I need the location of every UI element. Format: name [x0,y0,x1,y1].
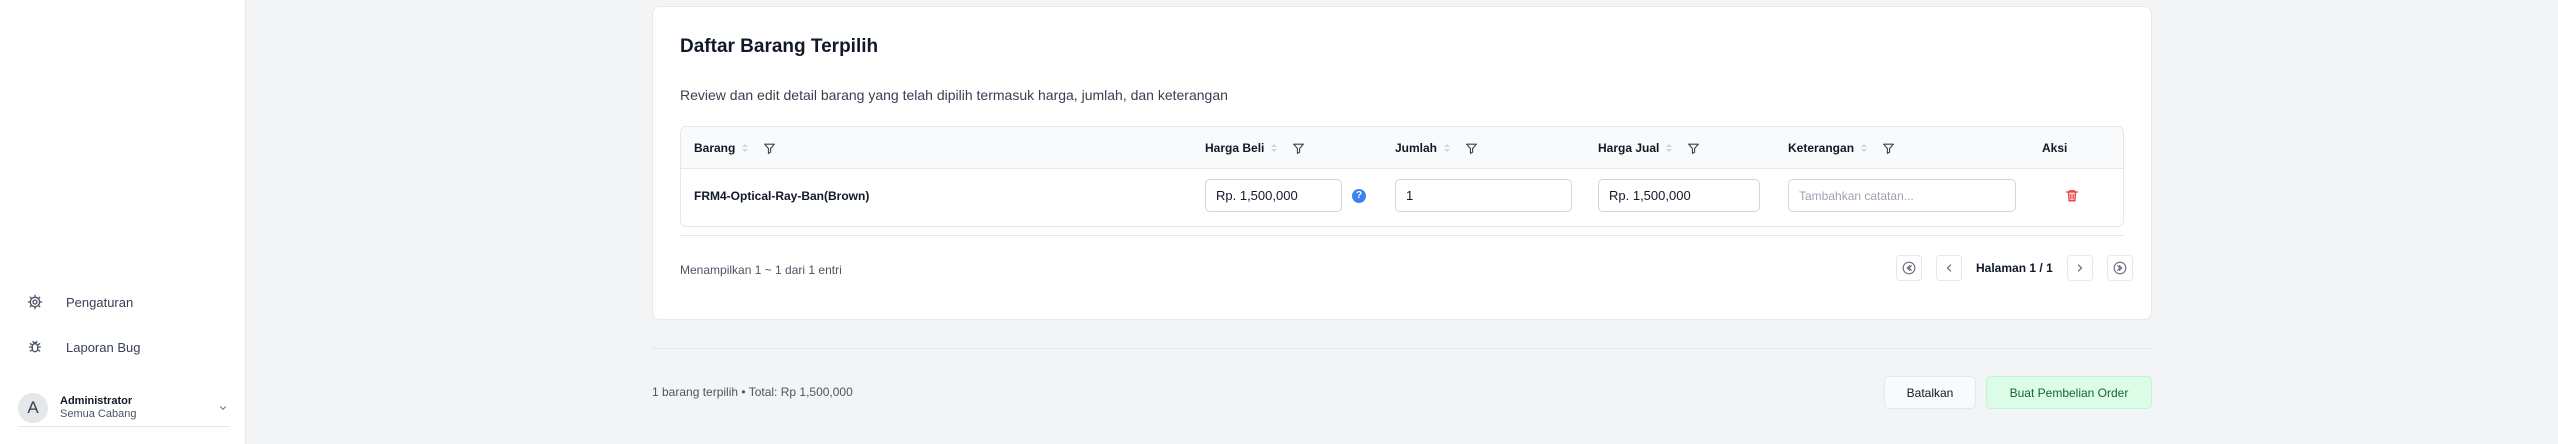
aksi-cell [2065,169,2079,222]
item-name-cell: FRM4-Optical-Ray-Ban(Brown) [694,169,869,222]
harga-beli-input[interactable]: Rp. 1,500,000 [1205,179,1342,212]
sort-icon[interactable] [1443,143,1451,153]
sidebar-item-label: Pengaturan [66,294,134,310]
jumlah-input[interactable]: 1 [1395,179,1572,212]
items-table: Barang Harga Beli Jumlah Harga Jual Kete [680,126,2124,227]
user-branch: Semua Cabang [60,408,137,420]
selection-summary: 1 barang terpilih • Total: Rp 1,500,000 [652,385,853,399]
jumlah-cell: 1 [1395,169,1572,222]
harga-jual-input[interactable]: Rp. 1,500,000 [1598,179,1760,212]
sidebar-item-bug-report[interactable]: Laporan Bug [24,330,140,364]
column-header-harga-beli[interactable]: Harga Beli [1205,127,1305,169]
item-name: FRM4-Optical-Ray-Ban(Brown) [694,188,870,203]
column-header-aksi: Aksi [2042,127,2067,169]
selected-items-card: Daftar Barang Terpilih Review dan edit d… [652,6,2152,320]
sidebar: Pengaturan Laporan Bug A Administrator S… [0,0,246,444]
previous-page-button[interactable] [1936,255,1962,281]
last-page-button[interactable] [2106,255,2133,281]
page-indicator: Halaman 1 / 1 [1976,261,2053,275]
filter-icon[interactable] [1687,142,1700,155]
bug-icon [24,336,46,358]
table-header: Barang Harga Beli Jumlah Harga Jual Kete [681,127,2123,169]
pagination: Halaman 1 / 1 [1896,255,2133,281]
chevron-down-icon [216,401,230,415]
sidebar-item-label: Laporan Bug [66,339,141,355]
trash-icon[interactable] [2065,188,2079,203]
sort-icon[interactable] [1665,143,1673,153]
card-title: Daftar Barang Terpilih [680,36,879,57]
entries-info: Menampilkan 1 ~ 1 dari 1 entri [680,263,842,277]
column-header-harga-jual[interactable]: Harga Jual [1598,127,1700,169]
first-page-button[interactable] [1896,255,1922,281]
column-header-keterangan[interactable]: Keterangan [1788,127,1895,169]
page-separator: / [2036,261,2047,275]
keterangan-cell: Tambahkan catatan... [1788,169,2016,222]
help-icon[interactable]: ? [1352,188,1366,203]
column-label: Barang [694,141,736,155]
sidebar-item-settings[interactable]: Pengaturan [24,285,133,319]
column-label: Harga Jual [1598,141,1660,155]
user-menu[interactable]: A Administrator Semua Cabang [18,388,230,428]
filter-icon[interactable] [1292,142,1305,155]
cancel-button[interactable]: Batalkan [1884,376,1976,409]
gear-icon [24,291,46,313]
sort-icon[interactable] [1860,143,1868,153]
filter-icon[interactable] [763,142,776,155]
card-description: Review dan edit detail barang yang telah… [680,87,1228,103]
divider [18,426,230,427]
column-header-barang[interactable]: Barang [694,127,776,169]
create-purchase-order-button[interactable]: Buat Pembelian Order [1986,376,2152,409]
page-total: 1 [2046,261,2053,275]
column-label: Aksi [2042,141,2068,155]
harga-jual-cell: Rp. 1,500,000 [1598,169,1760,222]
column-header-jumlah[interactable]: Jumlah [1395,127,1478,169]
harga-beli-cell: Rp. 1,500,000 ? [1205,169,1366,222]
filter-icon[interactable] [1882,142,1895,155]
divider [680,235,2124,236]
footer-divider [652,348,2152,349]
page-prefix: Halaman [1976,261,2030,275]
column-label: Keterangan [1788,141,1855,155]
keterangan-input[interactable]: Tambahkan catatan... [1788,179,2016,212]
filter-icon[interactable] [1465,142,1478,155]
avatar: A [18,393,48,423]
table-row: FRM4-Optical-Ray-Ban(Brown) Rp. 1,500,00… [681,169,2123,226]
column-label: Jumlah [1395,141,1438,155]
column-label: Harga Beli [1205,141,1265,155]
sort-icon[interactable] [1270,143,1278,153]
sort-icon[interactable] [741,143,749,153]
user-name: Administrator [60,395,133,407]
next-page-button[interactable] [2066,255,2093,281]
